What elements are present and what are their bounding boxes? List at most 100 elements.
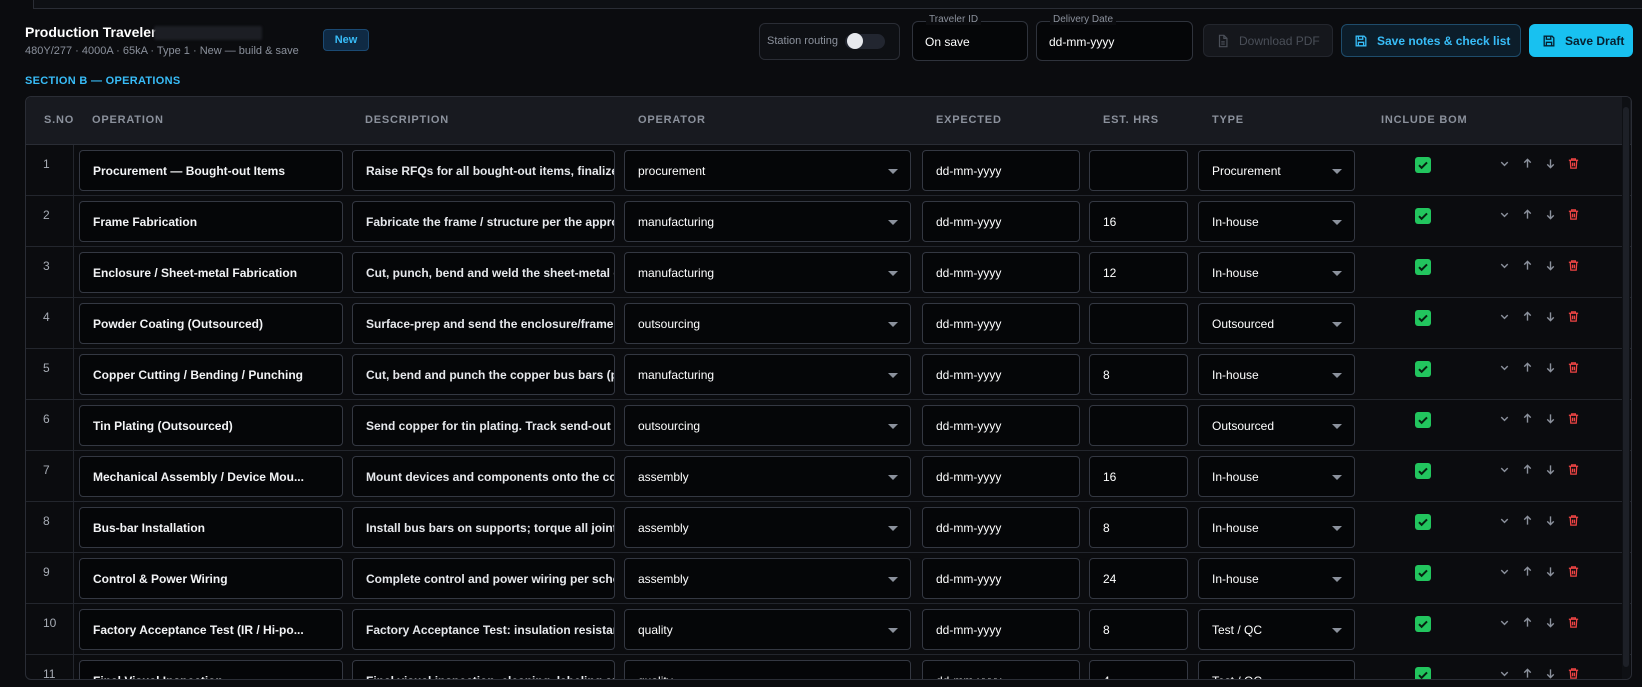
expand-row-icon[interactable] xyxy=(1498,412,1511,430)
type-select[interactable]: In-house xyxy=(1198,354,1355,395)
traveler-id-field[interactable]: Traveler ID On save xyxy=(912,14,1028,61)
include-bom-checkbox[interactable] xyxy=(1415,463,1431,479)
est-hrs-input[interactable]: 8 xyxy=(1089,507,1188,548)
type-select[interactable]: In-house xyxy=(1198,558,1355,599)
est-hrs-input[interactable]: 16 xyxy=(1089,456,1188,497)
include-bom-checkbox[interactable] xyxy=(1415,514,1431,530)
include-bom-checkbox[interactable] xyxy=(1415,310,1431,326)
description-input[interactable]: Mount devices and components onto the co xyxy=(352,456,615,497)
delete-icon[interactable] xyxy=(1567,208,1580,226)
include-bom-checkbox[interactable] xyxy=(1415,361,1431,377)
operation-input[interactable]: Procurement — Bought-out Items xyxy=(79,150,343,191)
expand-row-icon[interactable] xyxy=(1498,463,1511,481)
description-input[interactable]: Surface-prep and send the enclosure/fram… xyxy=(352,303,615,344)
expected-date-input[interactable]: dd-mm-yyyy xyxy=(922,150,1080,191)
operator-select[interactable]: manufacturing xyxy=(624,201,911,242)
save-draft-button[interactable]: Save Draft xyxy=(1529,24,1633,57)
expand-row-icon[interactable] xyxy=(1498,616,1511,634)
expand-row-icon[interactable] xyxy=(1498,157,1511,175)
est-hrs-input[interactable] xyxy=(1089,303,1188,344)
move-down-icon[interactable] xyxy=(1544,310,1557,328)
move-up-icon[interactable] xyxy=(1521,565,1534,583)
expected-date-input[interactable]: dd-mm-yyyy xyxy=(922,201,1080,242)
operator-select[interactable]: outsourcing xyxy=(624,405,911,446)
operation-input[interactable]: Frame Fabrication xyxy=(79,201,343,242)
operator-select[interactable]: quality xyxy=(624,609,911,650)
est-hrs-input[interactable]: 16 xyxy=(1089,201,1188,242)
operator-select[interactable]: procurement xyxy=(624,150,911,191)
type-select[interactable]: Outsourced xyxy=(1198,303,1355,344)
move-down-icon[interactable] xyxy=(1544,361,1557,379)
move-up-icon[interactable] xyxy=(1521,259,1534,277)
type-select[interactable]: In-house xyxy=(1198,252,1355,293)
delete-icon[interactable] xyxy=(1567,259,1580,277)
operator-select[interactable]: manufacturing xyxy=(624,354,911,395)
expected-date-input[interactable]: dd-mm-yyyy xyxy=(922,558,1080,599)
operation-input[interactable]: Enclosure / Sheet-metal Fabrication xyxy=(79,252,343,293)
est-hrs-input[interactable]: 12 xyxy=(1089,252,1188,293)
include-bom-checkbox[interactable] xyxy=(1415,667,1431,679)
operator-select[interactable]: assembly xyxy=(624,456,911,497)
expected-date-input[interactable]: dd-mm-yyyy xyxy=(922,354,1080,395)
operation-input[interactable]: Control & Power Wiring xyxy=(79,558,343,599)
delete-icon[interactable] xyxy=(1567,514,1580,532)
type-select[interactable]: Procurement xyxy=(1198,150,1355,191)
expected-date-input[interactable]: dd-mm-yyyy xyxy=(922,507,1080,548)
type-select[interactable]: Test / QC xyxy=(1198,609,1355,650)
delete-icon[interactable] xyxy=(1567,361,1580,379)
operator-select[interactable]: assembly xyxy=(624,558,911,599)
expected-date-input[interactable]: dd-mm-yyyy xyxy=(922,609,1080,650)
include-bom-checkbox[interactable] xyxy=(1415,412,1431,428)
type-select[interactable]: In-house xyxy=(1198,507,1355,548)
delete-icon[interactable] xyxy=(1567,412,1580,430)
est-hrs-input[interactable]: 24 xyxy=(1089,558,1188,599)
move-down-icon[interactable] xyxy=(1544,463,1557,481)
move-down-icon[interactable] xyxy=(1544,157,1557,175)
expected-date-input[interactable]: dd-mm-yyyy xyxy=(922,303,1080,344)
est-hrs-input[interactable] xyxy=(1089,405,1188,446)
move-down-icon[interactable] xyxy=(1544,616,1557,634)
expected-date-input[interactable]: dd-mm-yyyy xyxy=(922,456,1080,497)
description-input[interactable]: Complete control and power wiring per sc… xyxy=(352,558,615,599)
vertical-scrollbar[interactable] xyxy=(1622,97,1630,679)
expand-row-icon[interactable] xyxy=(1498,565,1511,583)
move-up-icon[interactable] xyxy=(1521,514,1534,532)
operator-select[interactable]: quality xyxy=(624,660,911,679)
est-hrs-input[interactable]: 4 xyxy=(1089,660,1188,679)
description-input[interactable]: Cut, bend and punch the copper bus bars … xyxy=(352,354,615,395)
expected-date-input[interactable]: dd-mm-yyyy xyxy=(922,660,1080,679)
expand-row-icon[interactable] xyxy=(1498,310,1511,328)
move-up-icon[interactable] xyxy=(1521,667,1534,679)
move-up-icon[interactable] xyxy=(1521,157,1534,175)
expand-row-icon[interactable] xyxy=(1498,208,1511,226)
move-up-icon[interactable] xyxy=(1521,412,1534,430)
type-select[interactable]: In-house xyxy=(1198,456,1355,497)
description-input[interactable]: Cut, punch, bend and weld the sheet-meta… xyxy=(352,252,615,293)
include-bom-checkbox[interactable] xyxy=(1415,208,1431,224)
delete-icon[interactable] xyxy=(1567,157,1580,175)
description-input[interactable]: Final visual inspection, cleaning, label… xyxy=(352,660,615,679)
move-down-icon[interactable] xyxy=(1544,565,1557,583)
delete-icon[interactable] xyxy=(1567,667,1580,679)
type-select[interactable]: In-house xyxy=(1198,201,1355,242)
type-select[interactable]: Outsourced xyxy=(1198,405,1355,446)
expected-date-input[interactable]: dd-mm-yyyy xyxy=(922,405,1080,446)
move-down-icon[interactable] xyxy=(1544,412,1557,430)
include-bom-checkbox[interactable] xyxy=(1415,259,1431,275)
description-input[interactable]: Send copper for tin plating. Track send-… xyxy=(352,405,615,446)
move-down-icon[interactable] xyxy=(1544,667,1557,679)
est-hrs-input[interactable]: 8 xyxy=(1089,354,1188,395)
expected-date-input[interactable]: dd-mm-yyyy xyxy=(922,252,1080,293)
move-up-icon[interactable] xyxy=(1521,616,1534,634)
save-notes-button[interactable]: Save notes & check list xyxy=(1341,24,1521,57)
description-input[interactable]: Factory Acceptance Test: insulation resi… xyxy=(352,609,615,650)
operation-input[interactable]: Powder Coating (Outsourced) xyxy=(79,303,343,344)
operator-select[interactable]: assembly xyxy=(624,507,911,548)
expand-row-icon[interactable] xyxy=(1498,514,1511,532)
move-up-icon[interactable] xyxy=(1521,310,1534,328)
download-pdf-button[interactable]: Download PDF xyxy=(1203,24,1333,57)
expand-row-icon[interactable] xyxy=(1498,259,1511,277)
description-input[interactable]: Fabricate the frame / structure per the … xyxy=(352,201,615,242)
operation-input[interactable]: Bus-bar Installation xyxy=(79,507,343,548)
scrollbar-thumb[interactable] xyxy=(1623,107,1629,667)
